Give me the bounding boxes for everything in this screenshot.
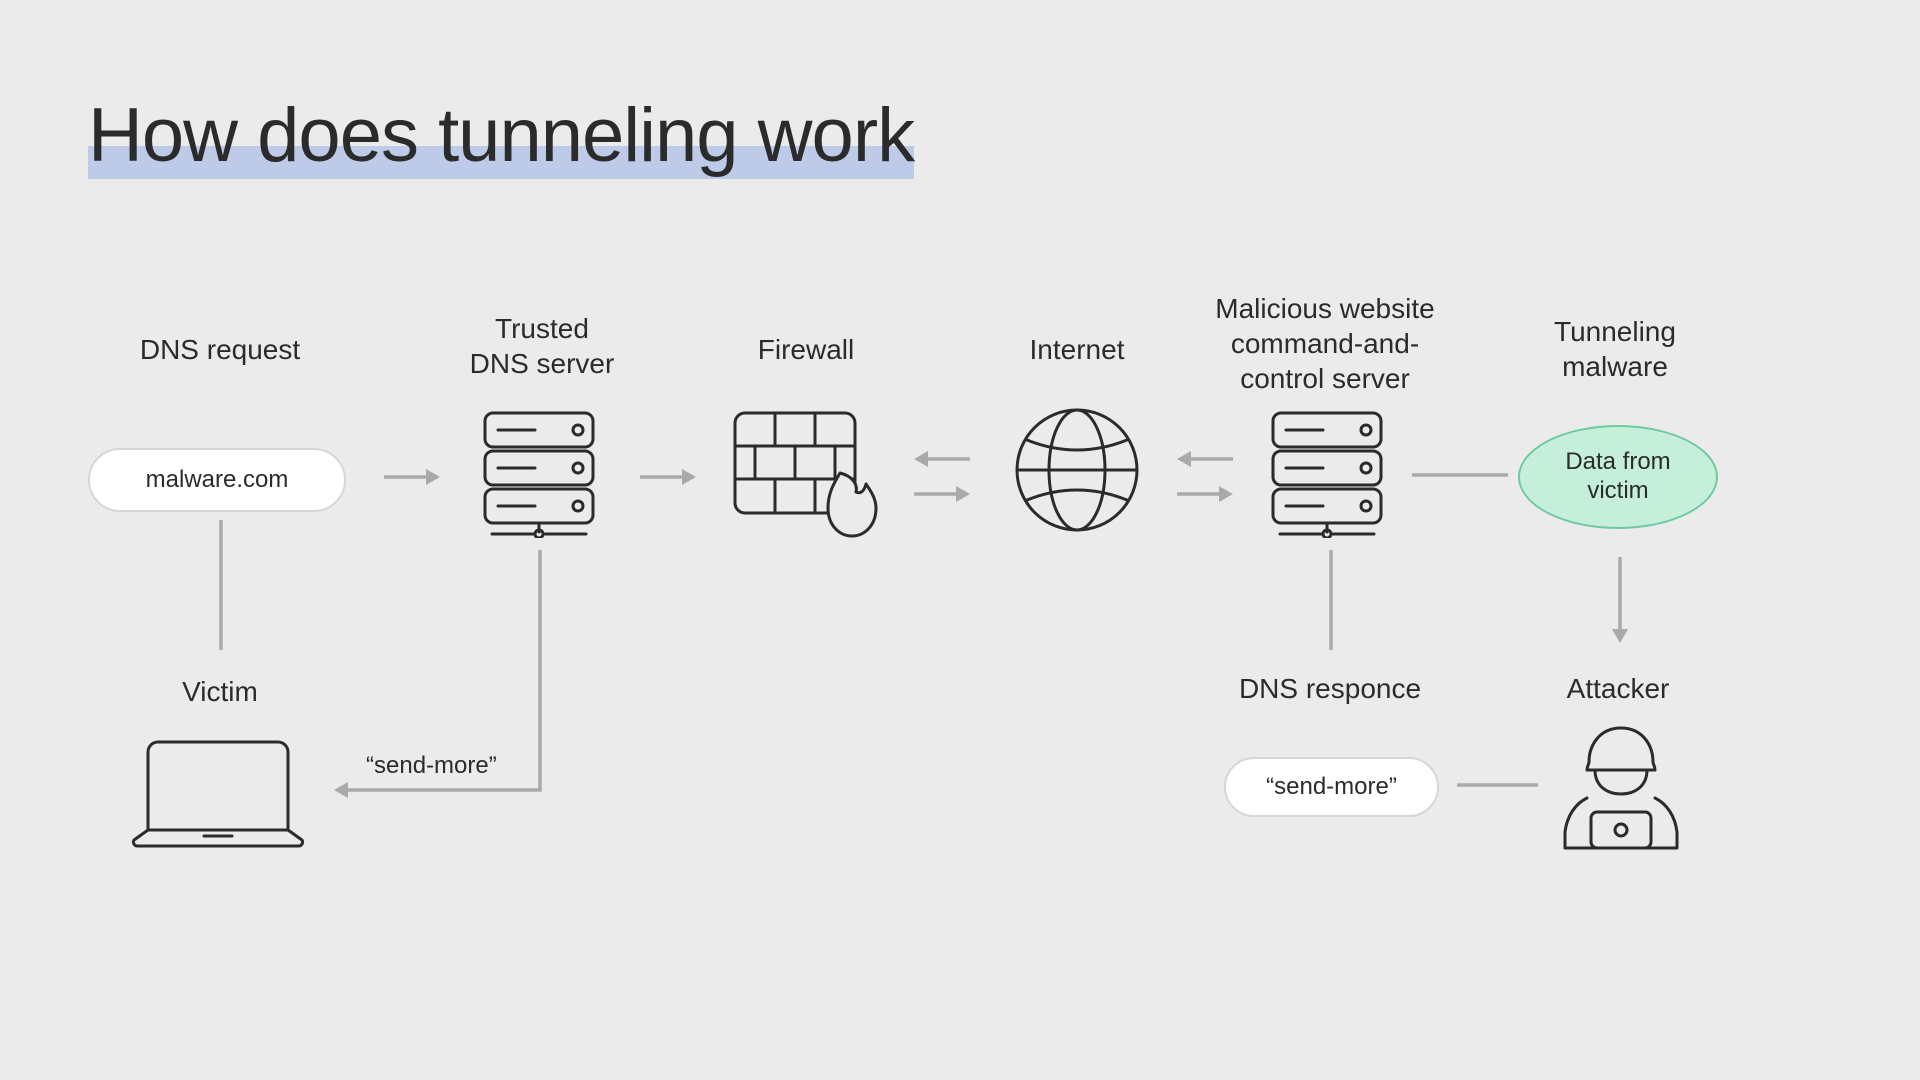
connector-line [216, 520, 226, 650]
label-trusted-dns: Trusted DNS server [432, 311, 652, 381]
oval-data-from-victim: Data from victim [1518, 425, 1718, 529]
laptop-icon [128, 732, 308, 852]
connector-line [1410, 470, 1510, 480]
firewall-icon [730, 408, 880, 543]
oval-text: Data from victim [1565, 448, 1670, 506]
pill-malware-domain: malware.com [88, 448, 346, 512]
hacker-icon [1551, 720, 1691, 860]
label-attacker: Attacker [1528, 671, 1708, 706]
arrow-right-icon [638, 465, 698, 489]
label-dns-request: DNS request [120, 332, 320, 367]
arrow-left-icon [912, 447, 972, 471]
label-internet: Internet [987, 332, 1167, 367]
server-icon [480, 408, 602, 538]
label-malicious: Malicious website command-and- control s… [1180, 291, 1470, 396]
pill-malware-domain-text: malware.com [146, 466, 289, 494]
pill-send-more-text: “send-more” [1266, 773, 1397, 801]
pill-send-more-right: “send-more” [1224, 757, 1439, 817]
arrow-down-icon [1608, 555, 1632, 645]
arrow-right-icon [382, 465, 442, 489]
page-title: How does tunneling work [88, 92, 914, 179]
arrow-right-icon [1175, 482, 1235, 506]
server-icon [1268, 408, 1390, 538]
arrow-left-icon [1175, 447, 1235, 471]
connector-line [1326, 550, 1336, 650]
label-victim: Victim [130, 674, 310, 709]
label-tunneling-malware: Tunneling malware [1510, 314, 1720, 384]
globe-icon [1012, 405, 1142, 535]
connector-line [1455, 780, 1540, 790]
arrow-right-icon [912, 482, 972, 506]
title-text: How does tunneling work [88, 92, 914, 179]
label-dns-response: DNS responce [1220, 671, 1440, 706]
label-firewall: Firewall [726, 332, 886, 367]
label-send-more-left: “send-more” [366, 752, 497, 780]
